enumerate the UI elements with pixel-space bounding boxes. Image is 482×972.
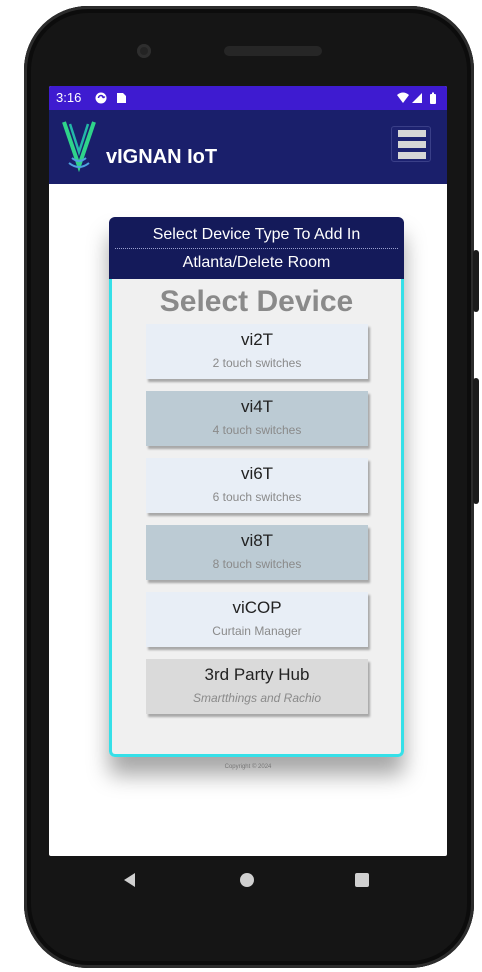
device-option-vi2t[interactable]: vi2T 2 touch switches — [146, 324, 368, 379]
status-bar: 3:16 — [49, 86, 447, 110]
dialog-header-line2: Atlanta/Delete Room — [182, 254, 331, 271]
device-option-vi6t[interactable]: vi6T 6 touch switches — [146, 458, 368, 513]
app-bar: vIGNAN IoT — [49, 110, 447, 184]
copyright-text: Copyright © 2024 — [224, 764, 272, 770]
device-description: 4 touch switches — [212, 423, 302, 437]
recents-square-icon[interactable] — [355, 873, 369, 887]
dialog-title: Select Device — [159, 285, 354, 318]
device-option-vi4t[interactable]: vi4T 4 touch switches — [146, 391, 368, 446]
device-name: vi8T — [240, 531, 274, 550]
device-name: vi4T — [240, 397, 274, 416]
front-camera — [137, 44, 151, 58]
device-name: viCOP — [232, 598, 282, 617]
home-circle-icon[interactable] — [240, 873, 254, 887]
device-description: 6 touch switches — [212, 490, 302, 504]
device-description: 2 touch switches — [212, 356, 302, 370]
dialog-header: Select Device Type To Add In Atlanta/Del… — [109, 217, 404, 279]
device-description: Smartthings and Rachio — [192, 691, 322, 705]
vignan-logo — [62, 121, 96, 172]
dialog-header-line1: Select Device Type To Add In — [152, 226, 361, 243]
screen: 3:16 vIGNAN IoT Select Device Type To Ad… — [49, 86, 447, 856]
system-nav-bar — [49, 856, 447, 906]
hamburger-menu-icon — [398, 130, 426, 137]
power-button — [473, 250, 479, 312]
wifi-icon — [397, 92, 409, 103]
hamburger-menu-button[interactable] — [391, 126, 431, 162]
device-name: vi6T — [240, 464, 274, 483]
sync-icon — [95, 92, 107, 104]
earpiece-speaker — [224, 46, 322, 56]
device-name: vi2T — [240, 330, 274, 349]
device-option-vi8t[interactable]: vi8T 8 touch switches — [146, 525, 368, 580]
device-option-3rd-party-hub[interactable]: 3rd Party Hub Smartthings and Rachio — [146, 659, 368, 714]
device-description: 8 touch switches — [212, 557, 302, 571]
app-title: vIGNAN IoT — [106, 146, 218, 168]
signal-icon — [412, 93, 422, 103]
device-option-vicop[interactable]: viCOP Curtain Manager — [146, 592, 368, 647]
battery-icon — [430, 92, 436, 104]
volume-button — [473, 378, 479, 504]
device-name: 3rd Party Hub — [204, 665, 310, 684]
select-device-dialog: Select Device Type To Add In Atlanta/Del… — [109, 217, 404, 757]
dialog-header-divider — [115, 248, 398, 249]
back-triangle-icon[interactable] — [124, 873, 135, 887]
dialog-body: Select Device vi2T 2 touch switches vi4T… — [109, 279, 404, 757]
device-description: Curtain Manager — [212, 624, 302, 638]
status-time: 3:16 — [56, 90, 82, 105]
sim-card-icon — [117, 93, 126, 103]
